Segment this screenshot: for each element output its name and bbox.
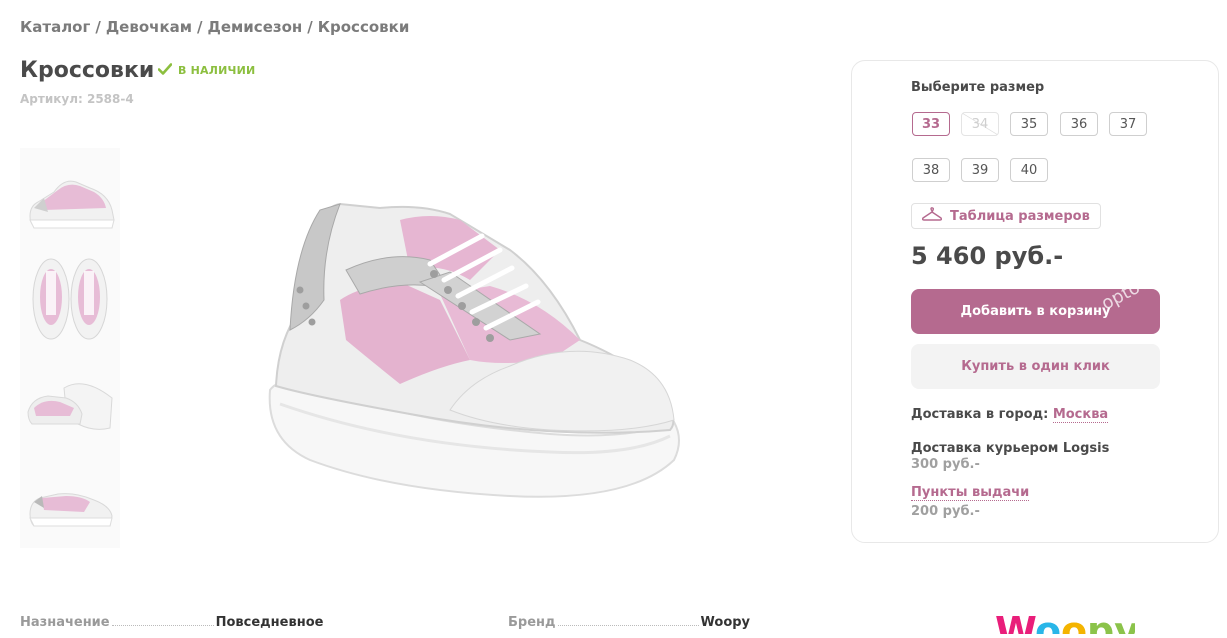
spec-purpose-value: Повседневное — [215, 615, 324, 630]
sneaker-top-image — [32, 258, 108, 340]
spec-purpose-key: Назначение — [20, 615, 110, 630]
stock-status: В НАЛИЧИИ — [157, 63, 256, 78]
breadcrumb: Каталог / Девочкам / Демисезон / Кроссовки — [20, 18, 409, 36]
product-price: 5 460 руб.- — [911, 242, 1064, 270]
breadcrumb-girls[interactable]: Девочкам — [106, 18, 192, 36]
check-icon — [157, 63, 173, 78]
sneaker-pair-image — [27, 383, 113, 430]
hanger-icon — [921, 207, 943, 225]
pickup-points: Пункты выдачи — [911, 485, 1030, 501]
stock-status-label: В НАЛИЧИИ — [178, 64, 256, 77]
spec-brand: Бренд Woopy — [508, 615, 750, 630]
svg-text:o: o — [1035, 610, 1061, 634]
size-title: Выберите размер — [911, 80, 1045, 95]
spec-brand-key: Бренд — [508, 615, 556, 630]
thumbnail-2[interactable] — [20, 248, 120, 348]
svg-text:o: o — [1061, 610, 1087, 634]
thumbnail-1[interactable] — [20, 148, 120, 248]
buy-one-click-button[interactable]: Купить в один клик — [911, 344, 1160, 389]
courier-delivery-price: 300 руб.- — [911, 457, 980, 472]
size-option-36[interactable]: 36 — [1060, 112, 1098, 136]
sneaker-image — [268, 202, 680, 498]
thumbnail-4[interactable] — [20, 448, 120, 548]
page-title: Кроссовки — [20, 58, 155, 83]
delivery-city: Доставка в город: Москва — [911, 407, 1109, 423]
courier-delivery-label: Доставка курьером Logsis — [911, 441, 1110, 456]
size-option-39[interactable]: 39 — [961, 158, 999, 182]
size-option-34: 34 — [961, 112, 999, 136]
breadcrumb-separator: / — [95, 18, 101, 36]
product-main-image — [250, 190, 690, 530]
sneaker-side-image — [29, 493, 113, 527]
size-option-37[interactable]: 37 — [1109, 112, 1147, 136]
sneaker-side-image — [29, 180, 115, 229]
spec-dots — [111, 625, 214, 626]
svg-text:W: W — [995, 610, 1037, 634]
size-table-button[interactable]: Таблица размеров — [911, 203, 1101, 229]
svg-text:py: py — [1087, 610, 1135, 634]
breadcrumb-separator: / — [307, 18, 313, 36]
thumbnail-3[interactable] — [20, 348, 120, 448]
size-option-40[interactable]: 40 — [1010, 158, 1048, 182]
add-to-cart-button[interactable]: Добавить в корзину — [911, 289, 1160, 334]
delivery-city-label: Доставка в город: — [911, 407, 1049, 422]
woopy-logo: W o o py — [995, 609, 1139, 638]
size-option-33[interactable]: 33 — [912, 112, 950, 136]
size-table-label: Таблица размеров — [950, 208, 1090, 224]
spec-purpose: Назначение Повседневное — [20, 615, 323, 630]
size-option-38[interactable]: 38 — [912, 158, 950, 182]
product-sku: Артикул: 2588-4 — [20, 92, 134, 106]
breadcrumb-catalog[interactable]: Каталог — [20, 18, 90, 36]
breadcrumb-separator: / — [197, 18, 203, 36]
breadcrumb-demiseason[interactable]: Демисезон — [208, 18, 303, 36]
breadcrumb-sneakers[interactable]: Кроссовки — [318, 18, 410, 36]
delivery-city-link[interactable]: Москва — [1052, 407, 1109, 423]
pickup-points-link[interactable]: Пункты выдачи — [911, 485, 1030, 501]
spec-brand-value: Woopy — [700, 615, 751, 630]
size-option-35[interactable]: 35 — [1010, 112, 1048, 136]
spec-dots — [557, 625, 699, 626]
pickup-points-price: 200 руб.- — [911, 504, 980, 519]
